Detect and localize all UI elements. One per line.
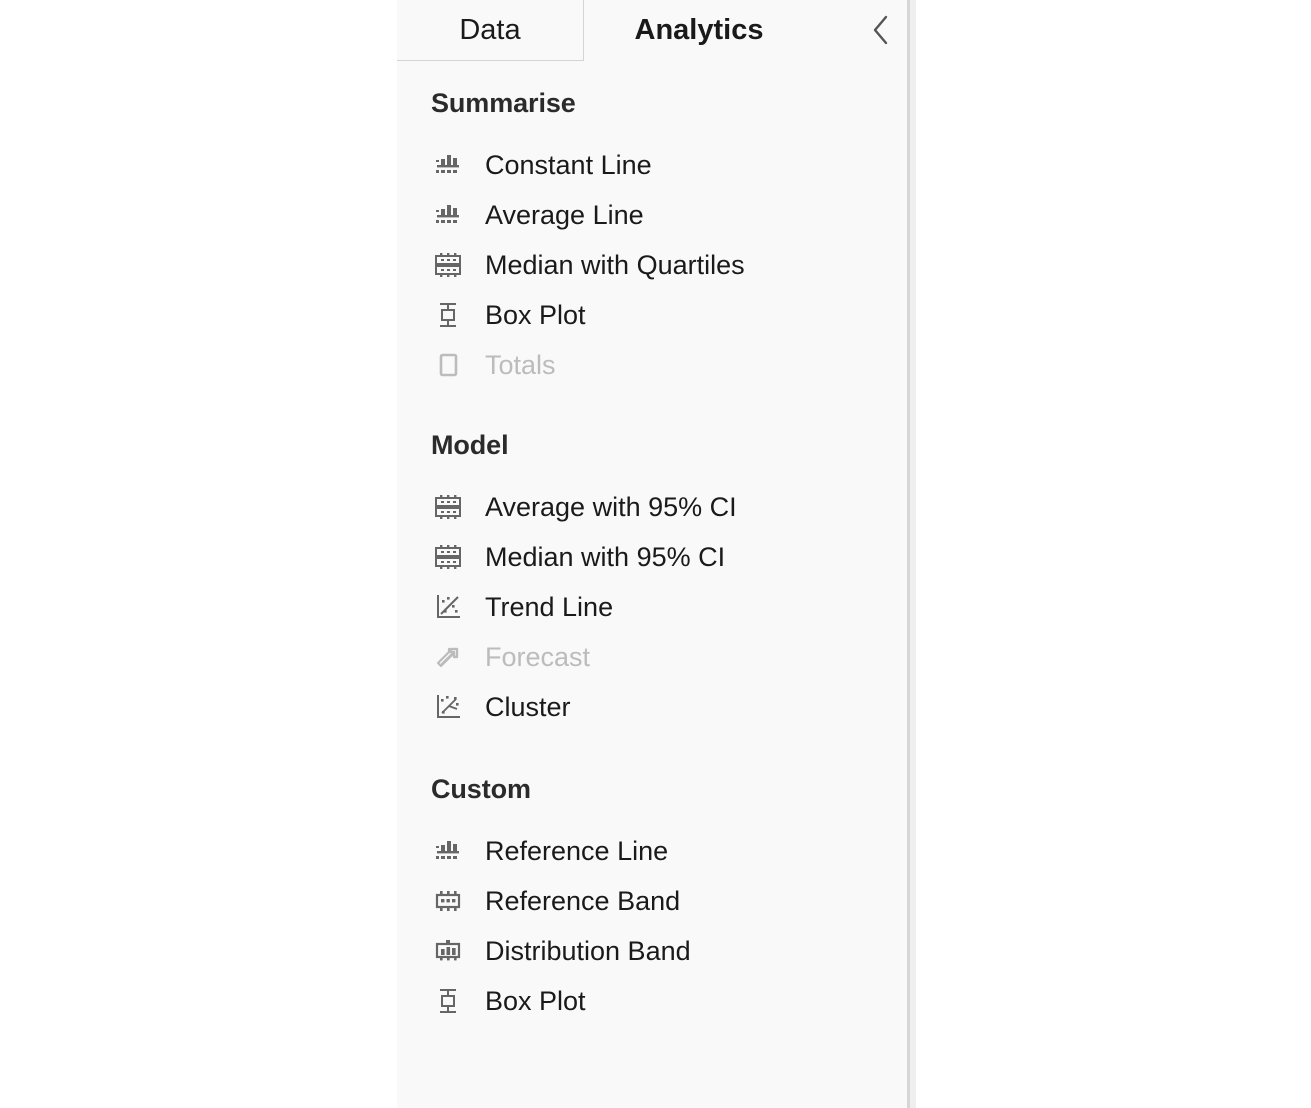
- box-plot-icon: [431, 300, 465, 330]
- analytics-item-median-with-quartiles[interactable]: Median with Quartiles: [397, 240, 907, 290]
- analytics-item-label: Reference Band: [485, 885, 681, 916]
- analytics-item-box-plot[interactable]: Box Plot: [397, 976, 907, 1026]
- analytics-item-box-plot[interactable]: Box Plot: [397, 290, 907, 340]
- quartile-band-icon: [431, 542, 465, 572]
- analytics-item-median-with-95-ci[interactable]: Median with 95% CI: [397, 532, 907, 582]
- tab-data[interactable]: Data: [397, 0, 584, 61]
- distribution-band-icon: [431, 936, 465, 966]
- forecast-arrow-icon: [431, 642, 465, 672]
- section-title-model: Model: [431, 430, 509, 460]
- tab-analytics-label: Analytics: [634, 14, 764, 46]
- trend-line-icon: [431, 592, 465, 622]
- quartile-band-icon: [431, 492, 465, 522]
- analytics-item-label: Trend Line: [485, 591, 614, 622]
- analytics-item-label: Average Line: [485, 199, 644, 230]
- item-list-summarise: Constant Line Average Line Median with Qua…: [397, 140, 907, 390]
- analytics-item-label: Median with 95% CI: [485, 541, 726, 572]
- analytics-item-constant-line[interactable]: Constant Line: [397, 140, 907, 190]
- application-canvas: Data Analytics Summarise Constant Line Ave…: [0, 0, 1311, 1108]
- box-plot-icon: [431, 986, 465, 1016]
- analytics-item-label: Totals: [485, 349, 556, 380]
- pane-scroll-gutter[interactable]: [910, 0, 916, 1108]
- collapse-panel-button[interactable]: [859, 8, 903, 52]
- totals-icon: [431, 350, 465, 380]
- section-custom: Custom Reference Line Reference Band Distri…: [397, 732, 907, 1026]
- section-summarise: Summarise Constant Line Average Line Median…: [397, 62, 907, 390]
- analytics-sections: Summarise Constant Line Average Line Median…: [397, 62, 907, 1108]
- tab-analytics[interactable]: Analytics: [584, 0, 814, 61]
- section-title-summarise: Summarise: [431, 88, 576, 118]
- section-model: Model Average with 95% CI Median with 95% …: [397, 390, 907, 732]
- analytics-item-label: Reference Line: [485, 835, 669, 866]
- chevron-left-icon: [870, 13, 892, 47]
- analytics-item-totals: Totals: [397, 340, 907, 390]
- analytics-item-label: Average with 95% CI: [485, 491, 737, 522]
- reference-line-icon: [431, 200, 465, 230]
- analytics-item-forecast: Forecast: [397, 632, 907, 682]
- reference-line-icon: [431, 836, 465, 866]
- item-list-model: Average with 95% CI Median with 95% CI Tre…: [397, 482, 907, 732]
- section-title-custom: Custom: [431, 774, 531, 804]
- cluster-icon: [431, 692, 465, 722]
- analytics-item-trend-line[interactable]: Trend Line: [397, 582, 907, 632]
- analytics-pane: Data Analytics Summarise Constant Line Ave…: [397, 0, 907, 1108]
- analytics-item-label: Median with Quartiles: [485, 249, 745, 280]
- analytics-item-label: Box Plot: [485, 299, 586, 330]
- analytics-item-average-with-95-ci[interactable]: Average with 95% CI: [397, 482, 907, 532]
- analytics-item-label: Cluster: [485, 691, 571, 722]
- reference-band-icon: [431, 886, 465, 916]
- analytics-item-cluster[interactable]: Cluster: [397, 682, 907, 732]
- analytics-item-label: Distribution Band: [485, 935, 691, 966]
- analytics-item-average-line[interactable]: Average Line: [397, 190, 907, 240]
- item-list-custom: Reference Line Reference Band Distribution…: [397, 826, 907, 1026]
- analytics-item-label: Forecast: [485, 641, 591, 672]
- analytics-item-label: Box Plot: [485, 985, 586, 1016]
- reference-line-icon: [431, 150, 465, 180]
- quartile-band-icon: [431, 250, 465, 280]
- analytics-item-distribution-band[interactable]: Distribution Band: [397, 926, 907, 976]
- analytics-item-reference-line[interactable]: Reference Line: [397, 826, 907, 876]
- analytics-item-label: Constant Line: [485, 149, 652, 180]
- tab-data-label: Data: [459, 13, 521, 46]
- analytics-item-reference-band[interactable]: Reference Band: [397, 876, 907, 926]
- pane-tab-strip: Data Analytics: [397, 0, 907, 62]
